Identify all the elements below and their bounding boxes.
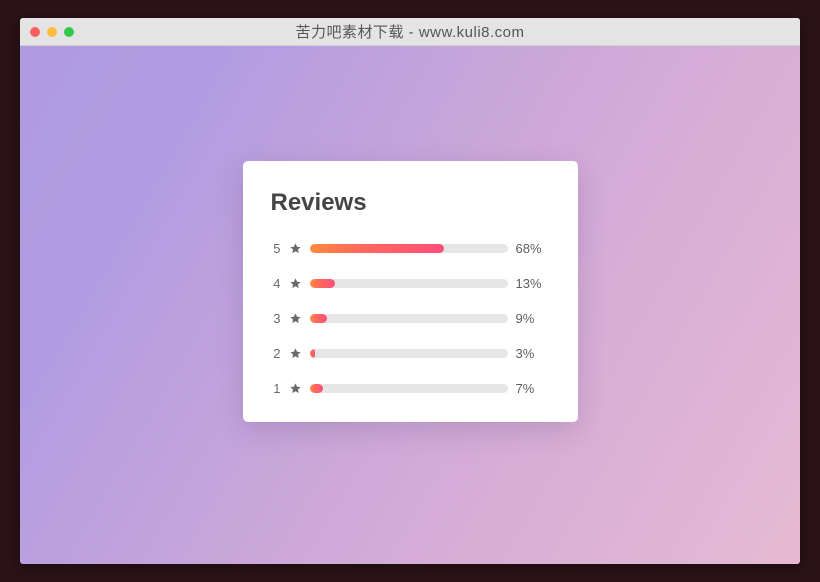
reviews-card: Reviews 5 68% 4 13% 3 9% 2 3% 1 7% (243, 161, 578, 422)
star-icon (289, 382, 302, 395)
bar-track (310, 384, 508, 393)
bar-track (310, 349, 508, 358)
rating-row: 1 7% (271, 381, 550, 396)
rating-number: 3 (271, 311, 281, 326)
rating-percent: 7% (516, 381, 550, 396)
rating-number: 1 (271, 381, 281, 396)
rating-number: 4 (271, 276, 281, 291)
rating-row: 3 9% (271, 311, 550, 326)
rating-number: 5 (271, 241, 281, 256)
traffic-lights (30, 27, 74, 37)
rating-percent: 3% (516, 346, 550, 361)
rating-number: 2 (271, 346, 281, 361)
maximize-icon[interactable] (64, 27, 74, 37)
bar-fill (310, 349, 316, 358)
star-icon (289, 347, 302, 360)
bar-fill (310, 384, 324, 393)
browser-window: 苦力吧素材下载 - www.kuli8.com Reviews 568%413%… (20, 18, 800, 564)
close-icon[interactable] (30, 27, 40, 37)
bar-fill (310, 244, 445, 253)
star-icon (289, 242, 302, 255)
rating-rows: 5 68% 4 13% 3 9% 2 3% 1 7% (271, 241, 550, 396)
rating-row: 2 3% (271, 346, 550, 361)
card-title: Reviews (271, 189, 550, 217)
star-icon (289, 242, 302, 255)
star-icon (289, 347, 302, 360)
bar-track (310, 314, 508, 323)
bar-track (310, 279, 508, 288)
rating-percent: 13% (516, 276, 550, 291)
rating-row: 5 68% (271, 241, 550, 256)
star-icon (289, 382, 302, 395)
star-icon (289, 312, 302, 325)
minimize-icon[interactable] (47, 27, 57, 37)
star-icon (289, 277, 302, 290)
star-icon (289, 277, 302, 290)
rating-percent: 9% (516, 311, 550, 326)
content-area: Reviews 5 68% 4 13% 3 9% 2 3% 1 7% (20, 46, 800, 564)
star-icon (289, 312, 302, 325)
window-title: 苦力吧素材下载 - www.kuli8.com (20, 21, 800, 42)
bar-fill (310, 279, 336, 288)
bar-fill (310, 314, 328, 323)
window-titlebar: 苦力吧素材下载 - www.kuli8.com (20, 18, 800, 46)
rating-row: 4 13% (271, 276, 550, 291)
bar-track (310, 244, 508, 253)
rating-percent: 68% (516, 241, 550, 256)
